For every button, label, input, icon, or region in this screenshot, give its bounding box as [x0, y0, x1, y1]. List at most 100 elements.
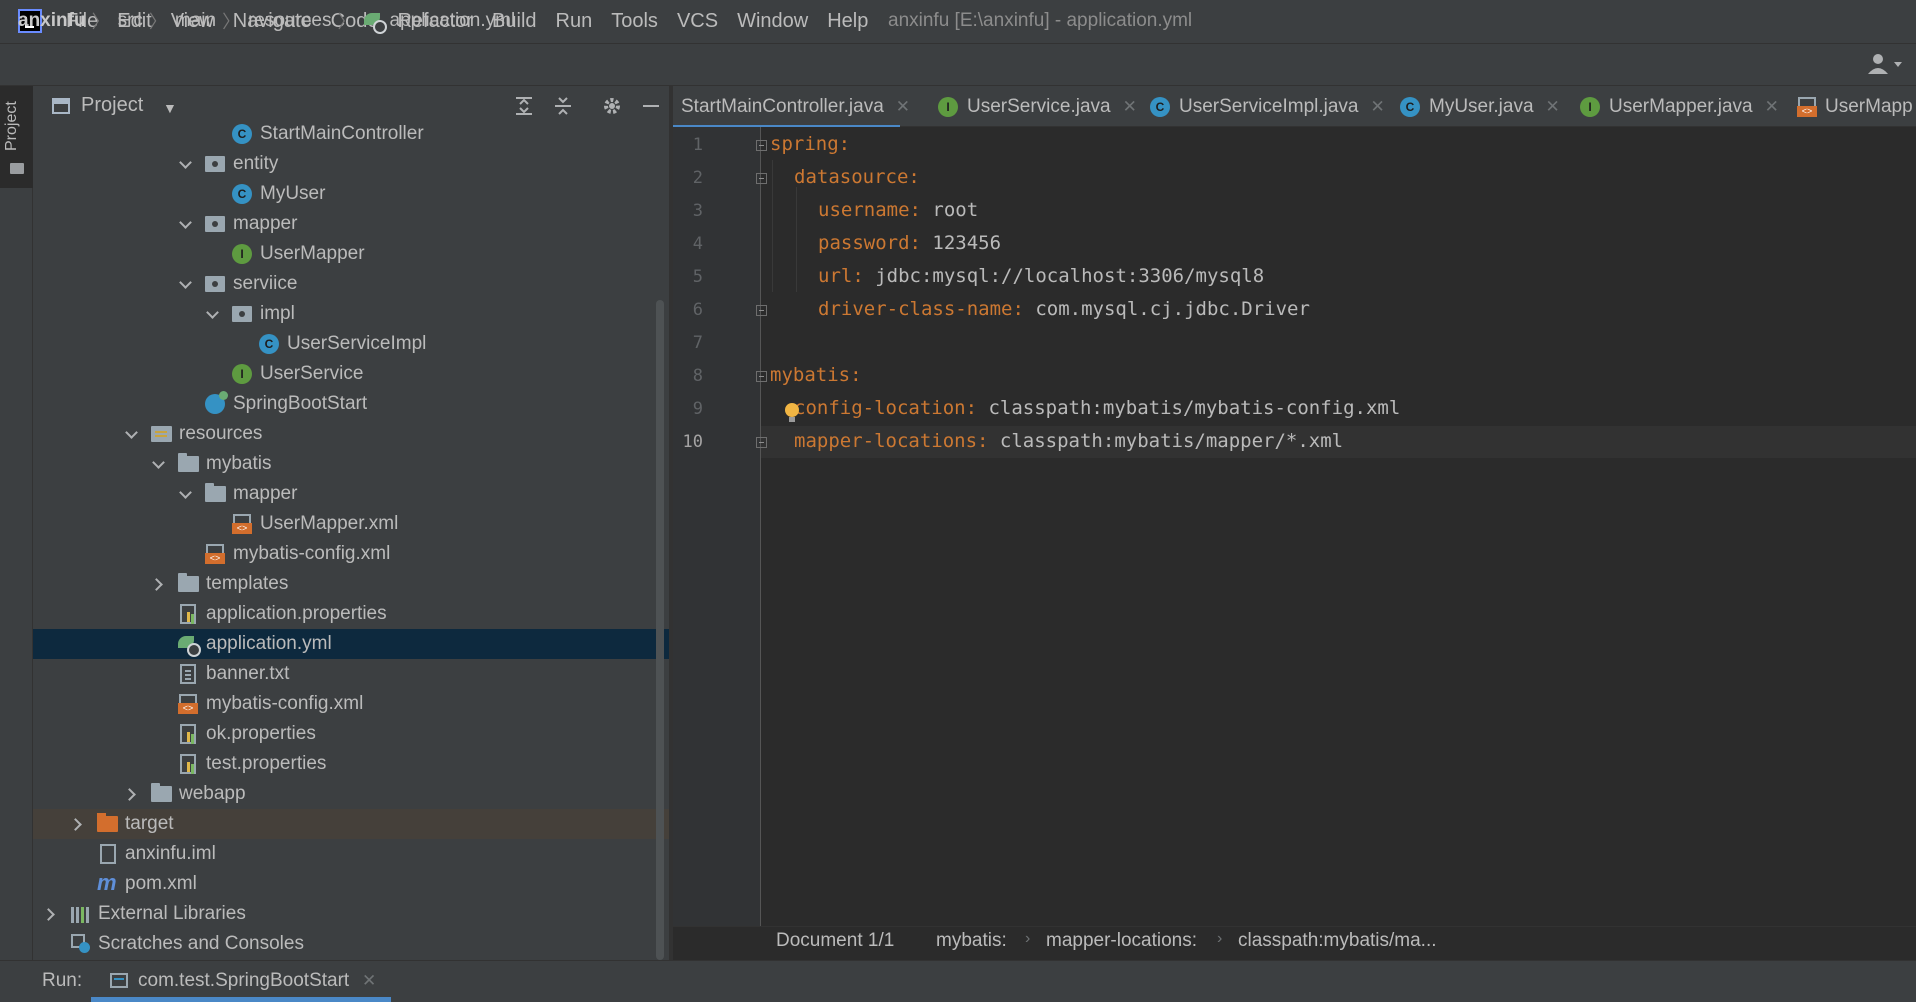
tree-node-target[interactable]: target — [33, 809, 669, 839]
view-dropdown-icon[interactable]: ▼ — [163, 100, 177, 116]
chevron-down-icon[interactable] — [178, 157, 192, 171]
tree-node-label: mapper — [233, 213, 298, 234]
code-line[interactable]: datasource: — [794, 166, 920, 188]
code-line[interactable]: mybatis: — [770, 364, 862, 386]
close-icon[interactable]: ✕ — [896, 97, 910, 117]
tree-node-resources[interactable]: resources — [33, 419, 669, 449]
code-line[interactable]: url: jdbc:mysql://localhost:3306/mysql8 — [818, 265, 1264, 287]
expand-all-icon[interactable] — [512, 94, 536, 118]
class-icon: C — [259, 334, 279, 354]
fold-marker-icon[interactable] — [756, 173, 767, 184]
tree-node-impl[interactable]: impl — [33, 299, 669, 329]
tree-node-serviice[interactable]: serviice — [33, 269, 669, 299]
tree-node-userserviceimpl[interactable]: C UserServiceImpl — [33, 329, 669, 359]
menu-window[interactable]: Window — [737, 10, 808, 33]
properties-file-icon — [180, 754, 196, 774]
close-icon[interactable]: ✕ — [1371, 97, 1385, 117]
chevron-right-icon[interactable] — [70, 817, 84, 831]
chevron-down-icon[interactable] — [178, 277, 192, 291]
chevron-down-icon[interactable] — [205, 307, 219, 321]
tab-usermapper-xml[interactable]: UserMapp — [1797, 86, 1913, 126]
tree-node-templates[interactable]: templates — [33, 569, 669, 599]
crumb-value[interactable]: classpath:mybatis/ma... — [1238, 930, 1437, 952]
project-tool-label[interactable]: Project — [3, 96, 29, 156]
yaml-colon: : — [909, 232, 921, 254]
tree-node-banner-txt[interactable]: banner.txt — [33, 659, 669, 689]
tree-node-myuser[interactable]: C MyUser — [33, 179, 669, 209]
tree-node-ok-properties[interactable]: ok.properties — [33, 719, 669, 749]
menu-tools[interactable]: Tools — [611, 10, 658, 33]
tree-scrollbar[interactable] — [656, 300, 664, 960]
tab-userserviceimpl[interactable]: C UserServiceImpl.java ✕ — [1150, 86, 1385, 126]
close-icon[interactable]: ✕ — [1765, 97, 1779, 117]
tree-node-springbootstart[interactable]: SpringBootStart — [33, 389, 669, 419]
tree-node-mapper-package[interactable]: mapper — [33, 209, 669, 239]
tree-node-mybatis[interactable]: mybatis — [33, 449, 669, 479]
crumb-mapper-locations[interactable]: mapper-locations: — [1046, 930, 1197, 952]
user-account-icon[interactable] — [1866, 52, 1906, 76]
package-icon — [205, 276, 225, 292]
menu-vcs[interactable]: VCS — [677, 10, 718, 33]
tree-node-anxinfu-iml[interactable]: anxinfu.iml — [33, 839, 669, 869]
fold-marker-icon[interactable] — [756, 305, 767, 316]
code-line[interactable]: config-location: classpath:mybatis/mybat… — [794, 397, 1400, 419]
tab-myuser[interactable]: C MyUser.java ✕ — [1400, 86, 1560, 126]
tab-userservice[interactable]: I UserService.java ✕ — [938, 86, 1137, 126]
tree-node-mybatis-config-xml[interactable]: mybatis-config.xml — [33, 539, 669, 569]
tree-node-label: mybatis-config.xml — [233, 543, 391, 564]
project-panel-title[interactable]: Project — [81, 94, 143, 117]
hide-panel-icon[interactable] — [639, 94, 663, 118]
lightbulb-icon[interactable] — [785, 403, 799, 422]
chevron-right-icon[interactable] — [43, 907, 57, 921]
interface-icon: I — [232, 364, 252, 384]
close-icon[interactable]: ✕ — [362, 971, 376, 991]
tree-node-mapper-folder[interactable]: mapper — [33, 479, 669, 509]
menu-run[interactable]: Run — [556, 10, 593, 33]
gear-icon[interactable] — [600, 94, 624, 118]
tree-node-usermapper-xml[interactable]: UserMapper.xml — [33, 509, 669, 539]
code-line[interactable]: password: 123456 — [818, 232, 1001, 254]
tree-node-mybatis-config-xml-root[interactable]: mybatis-config.xml — [33, 689, 669, 719]
fold-marker-icon[interactable] — [756, 437, 767, 448]
collapse-all-icon[interactable] — [551, 94, 575, 118]
code-line[interactable]: spring: — [770, 133, 850, 155]
chevron-down-icon[interactable] — [151, 457, 165, 471]
tree-node-entity[interactable]: entity — [33, 149, 669, 179]
menu-help[interactable]: Help — [827, 10, 868, 33]
tree-node-userservice[interactable]: I UserService — [33, 359, 669, 389]
folder-icon — [178, 573, 199, 592]
chevron-right-icon[interactable] — [124, 787, 138, 801]
yaml-colon: : — [1012, 298, 1024, 320]
tab-usermapper[interactable]: I UserMapper.java ✕ — [1580, 86, 1779, 126]
close-icon[interactable]: ✕ — [1123, 97, 1137, 117]
breadcrumb-resources[interactable]: resources — [248, 10, 331, 32]
code-line[interactable]: username: root — [818, 199, 978, 221]
breadcrumb-src[interactable]: src — [118, 10, 143, 32]
chevron-down-icon[interactable] — [178, 217, 192, 231]
tree-node-startmaincontroller[interactable]: C StartMainController — [33, 119, 669, 149]
crumb-mybatis[interactable]: mybatis: — [936, 930, 1007, 952]
chevron-right-icon[interactable] — [151, 577, 165, 591]
code-line[interactable]: driver-class-name: com.mysql.cj.jdbc.Dri… — [818, 298, 1310, 320]
code-line[interactable]: mapper-locations: classpath:mybatis/mapp… — [794, 430, 1343, 452]
tree-node-pom-xml[interactable]: m pom.xml — [33, 869, 669, 899]
breadcrumb-main[interactable]: main — [175, 10, 216, 32]
fold-marker-icon[interactable] — [756, 140, 767, 151]
tree-node-webapp[interactable]: webapp — [33, 779, 669, 809]
tree-node-application-properties[interactable]: application.properties — [33, 599, 669, 629]
close-icon[interactable]: ✕ — [1546, 97, 1560, 117]
tree-node-label: resources — [179, 423, 263, 444]
line-number: 5 — [692, 267, 703, 287]
fold-marker-icon[interactable] — [756, 371, 767, 382]
tree-node-scratches[interactable]: Scratches and Consoles — [33, 929, 669, 959]
tree-node-test-properties[interactable]: test.properties — [33, 749, 669, 779]
properties-file-icon — [180, 724, 196, 744]
tree-node-application-yml[interactable]: application.yml — [33, 629, 669, 659]
chevron-down-icon[interactable] — [178, 487, 192, 501]
chevron-down-icon[interactable] — [124, 427, 138, 441]
breadcrumb-file[interactable]: application.yml — [390, 10, 516, 32]
tree-node-usermapper[interactable]: I UserMapper — [33, 239, 669, 269]
tab-startmaincontroller[interactable]: StartMainController.java ✕ — [681, 86, 910, 126]
breadcrumb-project[interactable]: anxinfu — [18, 10, 86, 32]
tree-node-external-libraries[interactable]: External Libraries — [33, 899, 669, 929]
